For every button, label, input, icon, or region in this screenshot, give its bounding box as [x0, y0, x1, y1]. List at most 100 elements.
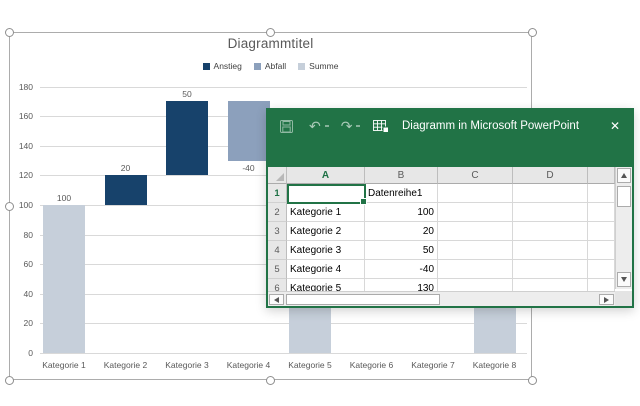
column-header-D[interactable]: D	[513, 167, 588, 184]
selection-handle-bottom-right[interactable]	[528, 376, 537, 385]
cell-A5[interactable]: Kategorie 4	[287, 260, 365, 279]
y-axis-label-180: 180	[4, 82, 33, 92]
vertical-scrollbar-thumb[interactable]	[617, 186, 631, 207]
cell-D5[interactable]	[513, 260, 588, 279]
cell-C6[interactable]	[438, 279, 513, 291]
bar-kategorie-4[interactable]	[228, 101, 270, 160]
cell-B2[interactable]: 100	[365, 203, 438, 222]
cell-D2[interactable]	[513, 203, 588, 222]
column-header-C[interactable]: C	[438, 167, 513, 184]
data-label-kategorie-4: -40	[228, 163, 270, 173]
cell-D4[interactable]	[513, 241, 588, 260]
legend-item-anstieg[interactable]: Anstieg	[203, 61, 242, 71]
y-axis-label-120: 120	[4, 170, 33, 180]
cell-A2[interactable]: Kategorie 1	[287, 203, 365, 222]
save-button[interactable]	[280, 117, 293, 135]
cell-B1[interactable]: Datenreihe1	[365, 184, 438, 203]
cell-A4[interactable]: Kategorie 3	[287, 241, 365, 260]
selection-handle-top-middle[interactable]	[266, 28, 275, 37]
legend-swatch-summe	[298, 63, 305, 70]
legend-label-anstieg: Anstieg	[214, 61, 242, 71]
spreadsheet: ABCD1Datenreihe12Kategorie 11003Kategori…	[268, 167, 632, 306]
horizontal-scrollbar-thumb[interactable]	[286, 294, 440, 305]
redo-button[interactable]: ↷	[341, 117, 353, 135]
select-all-triangle-icon	[276, 173, 284, 181]
select-all-button[interactable]	[268, 167, 287, 184]
gridline-180	[40, 87, 527, 88]
cell-partial-2[interactable]	[588, 203, 615, 222]
legend-swatch-abfall	[254, 63, 261, 70]
bar-kategorie-3[interactable]	[166, 101, 208, 175]
cell-partial-6[interactable]	[588, 279, 615, 291]
column-header-partial[interactable]	[588, 167, 615, 184]
y-axis-label-160: 160	[4, 111, 33, 121]
cell-partial-3[interactable]	[588, 222, 615, 241]
cell-partial-4[interactable]	[588, 241, 615, 260]
horizontal-scrollbar[interactable]	[268, 291, 615, 306]
row-header-2[interactable]: 2	[268, 203, 287, 222]
x-axis-label-2: Kategorie 2	[96, 360, 156, 370]
scrollbar-corner	[615, 291, 632, 306]
cell-partial-5[interactable]	[588, 260, 615, 279]
selection-handle-bottom-middle[interactable]	[266, 376, 275, 385]
scroll-up-button[interactable]	[617, 168, 631, 183]
column-header-B[interactable]: B	[365, 167, 438, 184]
legend-item-summe[interactable]: Summe	[298, 61, 338, 71]
x-axis-label-1: Kategorie 1	[34, 360, 94, 370]
scroll-right-button[interactable]	[599, 294, 614, 305]
scroll-down-button[interactable]	[617, 272, 631, 287]
cell-D1[interactable]	[513, 184, 588, 203]
cell-B6[interactable]: 130	[365, 279, 438, 291]
edit-data-in-excel-button[interactable]	[373, 117, 389, 135]
redo-dropdown-icon[interactable]	[356, 125, 360, 127]
row-header-5[interactable]: 5	[268, 260, 287, 279]
redo-icon: ↷	[341, 119, 353, 133]
selection-handle-top-left[interactable]	[5, 28, 14, 37]
row-header-3[interactable]: 3	[268, 222, 287, 241]
gridline-0	[40, 353, 527, 354]
y-axis-label-60: 60	[4, 259, 33, 269]
scroll-left-button[interactable]	[269, 294, 284, 305]
cell-A3[interactable]: Kategorie 2	[287, 222, 365, 241]
selection-handle-bottom-left[interactable]	[5, 376, 14, 385]
undo-icon: ↶	[309, 119, 321, 133]
undo-button[interactable]: ↶	[309, 117, 321, 135]
cell-B5[interactable]: -40	[365, 260, 438, 279]
cell-partial-1[interactable]	[588, 184, 615, 203]
cell-C1[interactable]	[438, 184, 513, 203]
legend-label-summe: Summe	[309, 61, 338, 71]
chart-legend: Anstieg Abfall Summe	[9, 61, 532, 71]
close-button[interactable]: ✕	[604, 117, 626, 135]
cell-D3[interactable]	[513, 222, 588, 241]
y-axis-label-0: 0	[4, 348, 33, 358]
cell-C5[interactable]	[438, 260, 513, 279]
row-header-4[interactable]: 4	[268, 241, 287, 260]
spreadsheet-grid-icon	[373, 120, 389, 133]
data-label-kategorie-2: 20	[105, 163, 147, 173]
column-header-A[interactable]: A	[287, 167, 365, 184]
y-axis-label-80: 80	[4, 230, 33, 240]
cell-C4[interactable]	[438, 241, 513, 260]
cell-C3[interactable]	[438, 222, 513, 241]
x-axis-label-7: Kategorie 7	[403, 360, 463, 370]
chart-title[interactable]: Diagrammtitel	[9, 36, 532, 51]
cell-D6[interactable]	[513, 279, 588, 291]
legend-swatch-anstieg	[203, 63, 210, 70]
gridline-20	[40, 323, 527, 324]
cell-A1[interactable]	[287, 184, 365, 203]
bar-kategorie-1[interactable]	[43, 205, 85, 353]
selection-handle-left-middle[interactable]	[5, 202, 14, 211]
window-titlebar[interactable]: ↶ ↷	[266, 108, 634, 167]
row-header-1[interactable]: 1	[268, 184, 287, 203]
vertical-scrollbar[interactable]	[615, 167, 632, 289]
cell-B3[interactable]: 20	[365, 222, 438, 241]
row-header-6[interactable]: 6	[268, 279, 287, 291]
selection-handle-top-right[interactable]	[528, 28, 537, 37]
y-axis-label-40: 40	[4, 289, 33, 299]
cell-B4[interactable]: 50	[365, 241, 438, 260]
undo-dropdown-icon[interactable]	[325, 125, 329, 127]
cell-C2[interactable]	[438, 203, 513, 222]
bar-kategorie-2[interactable]	[105, 175, 147, 205]
cell-A6[interactable]: Kategorie 5	[287, 279, 365, 291]
legend-item-abfall[interactable]: Abfall	[254, 61, 286, 71]
